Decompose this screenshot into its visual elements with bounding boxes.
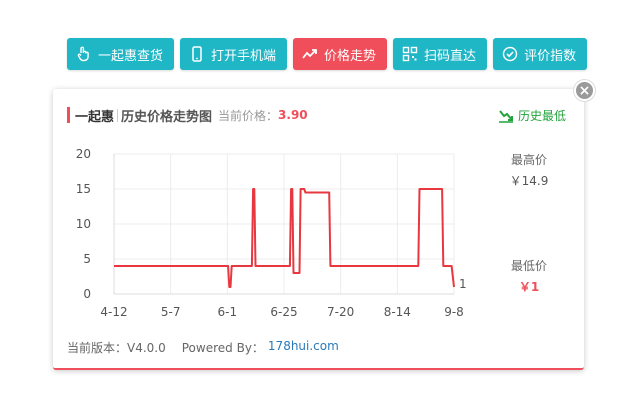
- panel-header: 一起惠 历史价格走势图 当前价格： 3.90: [67, 106, 308, 125]
- max-price-value: ￥14.9: [509, 174, 549, 188]
- x-tick-label: 7-20: [327, 305, 354, 319]
- x-tick-label: 6-25: [270, 305, 297, 319]
- panel-title: 历史价格走势图: [121, 109, 213, 125]
- x-tick-label: 5-7: [161, 305, 181, 319]
- powered-by-text: Powered By：: [181, 341, 264, 355]
- x-tick-label: 4-12: [100, 305, 127, 319]
- close-icon[interactable]: ×: [574, 80, 595, 101]
- hand-pointer-icon: [76, 46, 92, 62]
- price-trend-button[interactable]: 价格走势: [293, 38, 388, 70]
- lookup-label: 一起惠查货: [98, 48, 164, 64]
- scan-qr-button[interactable]: 扫码直达: [393, 38, 488, 70]
- trend-down-icon: [499, 109, 513, 123]
- open-mobile-button[interactable]: 打开手机端: [180, 38, 288, 70]
- y-tick-label: 20: [76, 147, 91, 161]
- y-tick-label: 10: [76, 217, 91, 231]
- brand-name: 一起惠: [75, 109, 115, 125]
- price-history-panel: 一起惠 历史价格走势图 当前价格： 3.90 历史最低 20 15 10 5 0 4-12…: [53, 89, 584, 370]
- max-price-block: 最高价 ￥14.9: [499, 151, 559, 189]
- price-trend-chart: 20 15 10 5 0 4-12 5-7 6-1 6-25 7-20 8-14 9-8 1: [76, 147, 467, 319]
- x-tick-label: 6-1: [218, 305, 238, 319]
- price-trend-label: 价格走势: [324, 48, 377, 64]
- current-price-label: 当前价格：: [218, 108, 279, 123]
- rating-index-button[interactable]: 评价指数: [493, 38, 588, 70]
- y-tick-label: 15: [76, 182, 91, 196]
- mobile-phone-icon: [189, 46, 205, 62]
- x-tick-label: 9-8: [444, 305, 464, 319]
- end-value-label: 1: [459, 277, 467, 291]
- version-text: 当前版本：V4.0.0: [67, 341, 166, 355]
- current-price-value: 3.90: [278, 108, 308, 122]
- lookup-button[interactable]: 一起惠查货: [67, 38, 175, 70]
- rating-index-label: 评价指数: [524, 48, 577, 64]
- y-tick-label: 5: [83, 252, 91, 266]
- x-tick-label: 8-14: [384, 305, 411, 319]
- history-low-label: 历史最低: [518, 109, 567, 123]
- toolbar: 一起惠查货 打开手机端 价格走势 扫码直达 评价指数: [67, 38, 588, 70]
- min-price-block: 最低价 ￥1: [499, 257, 559, 295]
- header-separator: [117, 108, 119, 122]
- min-price-label: 最低价: [510, 259, 547, 273]
- max-price-label: 最高价: [510, 153, 547, 167]
- scan-qr-label: 扫码直达: [424, 48, 477, 64]
- header-accent-bar: [67, 107, 70, 123]
- check-circle-icon: [502, 46, 518, 62]
- y-tick-label: 0: [83, 287, 91, 301]
- panel-footer: 当前版本：V4.0.0 Powered By： 178hui.com: [67, 339, 339, 356]
- open-mobile-label: 打开手机端: [211, 48, 277, 64]
- site-link[interactable]: 178hui.com: [268, 339, 339, 356]
- history-low-link[interactable]: 历史最低: [498, 107, 566, 124]
- trend-chart-icon: [302, 46, 318, 62]
- min-price-value: ￥1: [518, 280, 540, 294]
- qr-code-icon: [402, 46, 418, 62]
